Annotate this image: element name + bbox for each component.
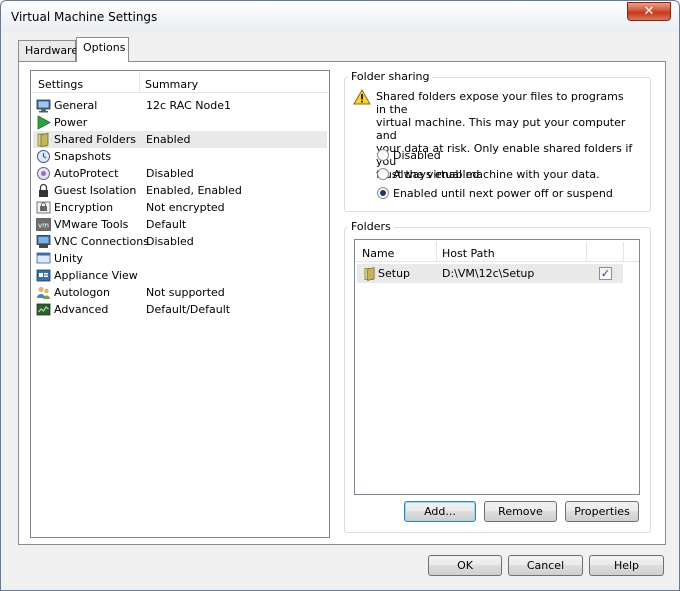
help-button[interactable]: Help (589, 555, 664, 576)
remove-folder-button[interactable]: Remove (484, 501, 557, 522)
folder-icon (37, 132, 49, 147)
settings-item-vmware-tools[interactable]: vm VMware Tools Default (33, 216, 327, 233)
settings-item-summary: Disabled (146, 167, 194, 180)
warning-line: Shared folders expose your files to prog… (376, 90, 624, 116)
folders-label: Folders (348, 220, 394, 233)
window-title: Virtual Machine Settings (11, 10, 158, 24)
settings-item-label: Autologon (54, 286, 111, 299)
settings-item-encryption[interactable]: Encryption Not encrypted (33, 199, 327, 216)
settings-item-label: Unity (54, 252, 83, 265)
settings-item-summary: Not supported (146, 286, 225, 299)
radio-disabled[interactable] (377, 149, 389, 161)
folder-name: Setup (378, 267, 411, 280)
tab-options[interactable]: Options (76, 37, 129, 62)
settings-item-appliance-view[interactable]: Appliance View (33, 267, 327, 284)
settings-item-label: Power (54, 116, 88, 129)
folder-enabled-checkbox[interactable]: ✓ (599, 267, 612, 280)
settings-item-summary: Default/Default (146, 303, 231, 316)
close-button[interactable]: ✕ (627, 2, 671, 21)
column-divider[interactable] (623, 242, 624, 261)
radio-label-disabled[interactable]: Disabled (393, 149, 441, 162)
settings-item-label: Appliance View (54, 269, 138, 282)
folder-host-path: D:\VM\12c\Setup (442, 267, 535, 280)
column-header-summary[interactable]: Summary (145, 78, 198, 91)
warning-icon (353, 89, 371, 105)
settings-item-summary: Enabled (146, 133, 191, 146)
settings-item-summary: Default (146, 218, 187, 231)
close-icon: ✕ (643, 4, 655, 19)
settings-item-general[interactable]: General 12c RAC Node1 (33, 97, 327, 114)
column-header-settings[interactable]: Settings (38, 78, 83, 91)
settings-item-snapshots[interactable]: Snapshots (33, 148, 327, 165)
folder-icon (364, 266, 375, 281)
lock-icon (39, 183, 48, 197)
settings-item-summary: Not encrypted (146, 201, 225, 214)
cancel-button[interactable]: Cancel (508, 555, 583, 576)
vnc-icon (36, 235, 51, 248)
column-header-host-path[interactable]: Host Path (442, 247, 495, 260)
advanced-icon (36, 303, 51, 316)
appliance-icon (36, 269, 51, 282)
settings-item-label: AutoProtect (54, 167, 119, 180)
settings-item-summary: Disabled (146, 235, 194, 248)
settings-item-label: General (54, 99, 98, 112)
snapshot-icon (37, 150, 50, 163)
play-icon (37, 115, 51, 130)
settings-item-guest-isolation[interactable]: Guest Isolation Enabled, Enabled (33, 182, 327, 199)
column-divider[interactable] (436, 242, 437, 261)
radio-label-always-enabled[interactable]: Always enabled (393, 168, 479, 181)
settings-window: Virtual Machine Settings ✕ Hardware Opti… (0, 0, 680, 591)
settings-item-advanced[interactable]: Advanced Default/Default (33, 301, 327, 318)
warning-line: virtual machine. This may put your compu… (376, 116, 626, 142)
autologon-icon (37, 287, 50, 299)
settings-item-power[interactable]: Power (33, 114, 327, 131)
folder-sharing-label: Folder sharing (348, 70, 433, 83)
encryption-icon (36, 201, 51, 214)
add-folder-button[interactable]: Add... (404, 501, 476, 522)
unity-icon (36, 252, 51, 264)
settings-item-label: VMware Tools (54, 218, 129, 231)
folders-table-header: Name Host Path (355, 240, 639, 262)
settings-item-label: Shared Folders (54, 133, 136, 146)
folder-row-setup[interactable]: Setup D:\VM\12c\Setup ✓ (357, 264, 623, 283)
settings-item-summary: Enabled, Enabled (146, 184, 242, 197)
settings-item-label: Encryption (54, 201, 114, 214)
settings-item-shared-folders[interactable]: Shared Folders Enabled (33, 131, 327, 148)
settings-item-autoprotect[interactable]: AutoProtect Disabled (33, 165, 327, 182)
settings-item-summary: 12c RAC Node1 (146, 99, 231, 112)
tab-hardware[interactable]: Hardware (18, 40, 78, 62)
folders-table[interactable]: Name Host Path Setup D:\VM\12c\Setup ✓ (354, 239, 640, 495)
radio-label-enabled-until-power-off[interactable]: Enabled until next power off or suspend (393, 187, 613, 200)
svg-text:vm: vm (38, 222, 49, 230)
settings-item-label: Advanced (54, 303, 109, 316)
column-header-name[interactable]: Name (362, 247, 394, 260)
settings-list-header: Settings Summary (31, 71, 329, 93)
column-divider[interactable] (586, 242, 587, 261)
column-divider[interactable] (139, 73, 140, 92)
settings-item-unity[interactable]: Unity (33, 250, 327, 267)
title-bar[interactable]: Virtual Machine Settings ✕ (1, 1, 679, 32)
settings-item-autologon[interactable]: Autologon Not supported (33, 284, 327, 301)
monitor-icon (36, 99, 51, 113)
vmware-tools-icon: vm (36, 218, 51, 231)
settings-list[interactable]: Settings Summary General 12c RAC Node1 P… (30, 70, 330, 538)
settings-item-vnc-connections[interactable]: VNC Connections Disabled (33, 233, 327, 250)
ok-button[interactable]: OK (428, 555, 502, 576)
radio-enabled-until-power-off[interactable] (377, 187, 389, 199)
properties-button[interactable]: Properties (565, 501, 639, 522)
settings-item-label: Guest Isolation (54, 184, 137, 197)
settings-item-label: VNC Connections (54, 235, 149, 248)
radio-always-enabled[interactable] (377, 168, 389, 180)
settings-item-label: Snapshots (54, 150, 112, 163)
autoprotect-icon (37, 167, 50, 180)
